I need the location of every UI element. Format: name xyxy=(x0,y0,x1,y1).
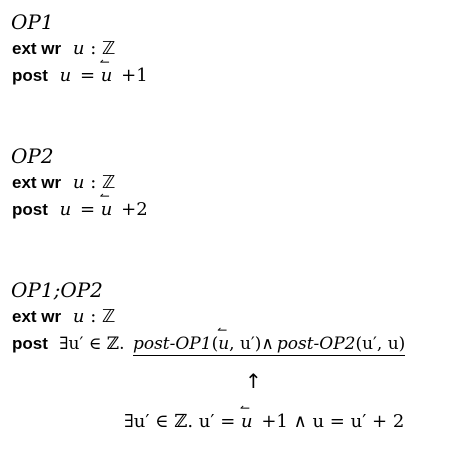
op2-ext-keyword: ext wr xyxy=(12,173,62,192)
composite-post-op2-args: (u′, u) xyxy=(355,334,406,354)
composite-post-quantifier: ∃u′ ∈ ℤ. xyxy=(59,334,125,354)
composite-title: OP1;OP2 xyxy=(11,278,103,302)
op1-post-eq: = xyxy=(79,65,96,86)
composite-ext-type: ℤ xyxy=(102,306,116,327)
op2-post-keyword: post xyxy=(12,200,48,219)
composite-post-line: post ∃u′ ∈ ℤ. post-OP1(↼ u, u′)∧ post-OP2(… xyxy=(12,323,406,356)
hook-icon: ↼ xyxy=(99,189,110,203)
op1-post-old-var: ↼ u xyxy=(99,55,113,86)
composite-post-op2: post-OP2 xyxy=(276,334,356,354)
hook-icon: ↼ xyxy=(217,323,228,337)
up-arrow-icon: ↑ xyxy=(245,369,262,393)
op2-post-old-var: ↼ u xyxy=(99,189,113,220)
op2-post-line: post u = ↼ u +2 xyxy=(12,189,148,221)
expanded-old-var: ↼ u xyxy=(240,401,253,432)
op1-post-line: post u = ↼ u +1 xyxy=(12,55,148,87)
hook-icon: ↼ xyxy=(99,55,110,69)
expanded-formula: ∃u′ ∈ ℤ. u′ = ↼ u +1 ∧ u = u′ + 2 xyxy=(124,401,405,433)
composite-post-formula: post-OP1(↼ u, u′)∧ post-OP2(u′, u) xyxy=(132,323,406,356)
op1-ext-var: u xyxy=(72,38,85,59)
composite-ext-var: u xyxy=(72,306,85,327)
op2-ext-colon: : xyxy=(90,172,97,193)
expanded-quantifier: ∃u′ ∈ ℤ. u′ = xyxy=(124,411,236,432)
op1-ext-colon: : xyxy=(90,38,97,59)
composite-ext-line: ext wr u : ℤ xyxy=(12,306,115,328)
op1-title: OP1 xyxy=(11,10,54,34)
op1-post-keyword: post xyxy=(12,66,48,85)
op2-post-rhs: +2 xyxy=(121,199,148,220)
composite-post-op1: post-OP1 xyxy=(132,334,212,354)
op1-post-rhs: +1 xyxy=(121,65,148,86)
composite-ext-keyword: ext wr xyxy=(12,307,62,326)
composite-post-keyword: post xyxy=(12,334,48,353)
composite-ext-colon: : xyxy=(90,306,97,327)
and-symbol: ∧ xyxy=(261,334,274,354)
op2-post-eq: = xyxy=(79,199,96,220)
hook-icon: ↼ xyxy=(240,401,251,415)
op2-post-lhs: u xyxy=(59,199,72,220)
composition-document: OP1 ext wr u : ℤ post u = ↼ u +1 OP2 ext … xyxy=(0,0,462,458)
op2-title: OP2 xyxy=(11,144,54,168)
op1-ext-keyword: ext wr xyxy=(12,39,62,58)
op1-post-lhs: u xyxy=(59,65,72,86)
composite-old-var: ↼ u xyxy=(217,323,230,354)
expanded-rest: +1 ∧ u = u′ + 2 xyxy=(261,411,405,432)
op2-ext-var: u xyxy=(72,172,85,193)
